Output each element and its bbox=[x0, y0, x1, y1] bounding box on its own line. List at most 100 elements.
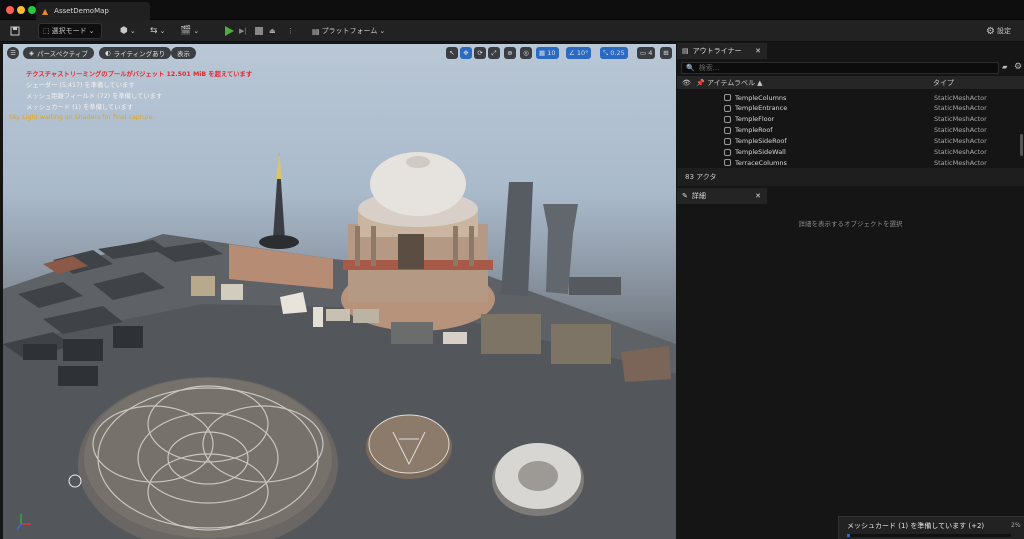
close-icon[interactable]: ✕ bbox=[755, 47, 761, 55]
platform-dropdown[interactable]: ▤ プラットフォーム ⌄ bbox=[308, 23, 389, 39]
progress-text: メッシュカード (1) を準備しています (+2) bbox=[847, 522, 985, 530]
step-button[interactable]: ▶| bbox=[235, 23, 251, 39]
progress-bar-fill bbox=[847, 534, 851, 537]
maximize-viewport-icon[interactable]: ⊞ bbox=[660, 47, 672, 59]
lighting-icon: ◐ bbox=[105, 49, 111, 57]
outliner-row-label: TempleSideWall bbox=[735, 148, 786, 156]
level-tab-label: AssetDemoMap bbox=[54, 7, 109, 15]
outliner-icon: ▤ bbox=[682, 47, 689, 55]
rotate-tool-icon[interactable]: ⟳ bbox=[474, 47, 486, 59]
outliner-row[interactable]: TempleSideWall StaticMeshActor bbox=[677, 147, 1017, 158]
viewport-message-distance-fields: メッシュ距離フィールド (72) を準備しています bbox=[26, 93, 163, 100]
surface-snap-icon[interactable]: ◎ bbox=[520, 47, 532, 59]
details-tab[interactable]: ✎ 詳細 ✕ bbox=[677, 188, 767, 204]
level-tab[interactable]: ▲ AssetDemoMap bbox=[36, 2, 150, 20]
save-icon[interactable] bbox=[6, 23, 24, 39]
chevron-down-icon: ⌄ bbox=[159, 27, 166, 35]
rotation-snap-value: 10° bbox=[576, 49, 589, 57]
static-mesh-icon bbox=[724, 148, 731, 156]
progress-notification: メッシュカード (1) を準備しています (+2) 2% bbox=[838, 516, 1024, 539]
visibility-icon[interactable]: 👁 bbox=[682, 79, 691, 87]
close-window-button[interactable] bbox=[6, 6, 14, 14]
lighting-button[interactable]: ◐ ライティングあり bbox=[99, 47, 172, 59]
outliner-row-label: TempleFloor bbox=[735, 115, 775, 124]
grid-icon: ▦ bbox=[539, 49, 546, 57]
stop-icon bbox=[255, 27, 263, 35]
outliner-scrollbar[interactable] bbox=[1020, 134, 1023, 156]
outliner-row[interactable]: TempleFloor StaticMeshActor bbox=[677, 114, 1017, 125]
maximize-window-button[interactable] bbox=[28, 6, 36, 14]
grid-snap-button[interactable]: ▦ 10 bbox=[536, 47, 559, 59]
title-bar: ▲ AssetDemoMap bbox=[0, 0, 1024, 20]
viewport-message-shaders: シェーダー (5,417) を準備しています bbox=[26, 82, 135, 89]
lighting-label: ライティングあり bbox=[113, 50, 166, 58]
world-space-icon[interactable]: ⊕ bbox=[504, 47, 516, 59]
outliner-row-type: StaticMeshActor bbox=[934, 126, 987, 135]
rotation-snap-button[interactable]: ∠ 10° bbox=[566, 47, 592, 59]
type-column[interactable]: タイプ bbox=[933, 78, 954, 88]
select-tool-icon[interactable]: ↖ bbox=[446, 47, 458, 59]
blueprint-icon: ⇆ bbox=[150, 26, 158, 36]
viewport-menu-button[interactable]: ☰ bbox=[7, 47, 19, 59]
progress-percent: 2% bbox=[1011, 522, 1021, 529]
cube-icon: ◈ bbox=[29, 49, 34, 57]
search-icon: 🔍 bbox=[686, 64, 695, 72]
chevron-down-icon: ⌄ bbox=[379, 27, 386, 35]
add-folder-icon[interactable]: ▰ bbox=[1002, 63, 1007, 71]
outliner-row-label: TempleSideRoof bbox=[735, 137, 787, 146]
main-toolbar: ⬚ 選択モード ⌄ ⬢ ⌄ ⇆ ⌄ 🎬 ⌄ ▶| ⏏ ⋮ ▤ プラットフォーム ⌄ ⚙… bbox=[0, 20, 1024, 42]
perspective-button[interactable]: ◈ パースペクティブ bbox=[23, 47, 94, 59]
gear-icon[interactable]: ⚙ bbox=[1014, 62, 1022, 72]
eject-button[interactable]: ⏏ bbox=[265, 23, 280, 39]
outliner-row-type: StaticMeshActor bbox=[934, 115, 987, 124]
gear-icon: ⚙ bbox=[986, 25, 995, 37]
pin-icon[interactable]: 📌 bbox=[696, 79, 705, 87]
show-label: 表示 bbox=[177, 50, 190, 58]
show-button[interactable]: 表示 bbox=[171, 47, 196, 59]
outliner-search-input[interactable]: 🔍 検索... bbox=[681, 62, 999, 74]
outliner-row[interactable]: TempleRoof StaticMeshActor bbox=[677, 125, 1017, 136]
camera-speed-button[interactable]: ▭ 4 bbox=[637, 47, 656, 59]
settings-button[interactable]: ⚙ 設定 bbox=[982, 23, 1015, 39]
platform-label: プラットフォーム bbox=[321, 27, 378, 35]
outliner-row-type: StaticMeshActor bbox=[934, 104, 987, 113]
angle-icon: ∠ bbox=[569, 49, 575, 57]
static-mesh-icon bbox=[724, 94, 731, 101]
details-icon: ✎ bbox=[682, 192, 688, 200]
outliner-tab[interactable]: ▤ アウトライナー ✕ bbox=[677, 43, 767, 59]
play-options-button[interactable]: ⋮ bbox=[283, 23, 298, 39]
item-label-column[interactable]: アイテムラベル ▲ bbox=[707, 78, 763, 88]
static-mesh-icon bbox=[724, 159, 731, 167]
static-mesh-icon bbox=[724, 126, 731, 134]
camera-icon: ▭ bbox=[640, 49, 647, 57]
level-viewport[interactable]: ☰ ◈ パースペクティブ ◐ ライティングあり 表示 ↖ ✥ ⟳ ⤢ ⊕ ◎ ▦ 1… bbox=[3, 44, 676, 539]
select-mode-dropdown[interactable]: ⬚ 選択モード ⌄ bbox=[38, 23, 102, 39]
outliner-row[interactable]: TempleSideRoof StaticMeshActor bbox=[677, 136, 1017, 147]
blueprint-button[interactable]: ⇆ ⌄ bbox=[146, 23, 169, 39]
outliner-row[interactable]: TempleColumns StaticMeshActor bbox=[677, 92, 1017, 103]
viewport-message-mesh-cards: メッシュカード (1) を準備しています bbox=[26, 104, 134, 111]
perspective-label: パースペクティブ bbox=[37, 50, 88, 58]
scale-snap-button[interactable]: ⤡ 0.25 bbox=[600, 47, 628, 59]
scale-tool-icon[interactable]: ⤢ bbox=[488, 47, 500, 59]
close-icon[interactable]: ✕ bbox=[755, 192, 761, 200]
select-mode-icon: ⬚ bbox=[43, 27, 50, 35]
scale-snap-icon: ⤡ bbox=[603, 48, 609, 57]
outliner-row[interactable]: TempleEntrance StaticMeshActor bbox=[677, 103, 1017, 114]
static-mesh-icon bbox=[724, 104, 731, 112]
settings-label: 設定 bbox=[996, 27, 1011, 35]
cinematics-button[interactable]: 🎬 ⌄ bbox=[176, 23, 203, 39]
chevron-down-icon: ⌄ bbox=[88, 27, 95, 35]
actor-count-label: 83 アクタ bbox=[685, 173, 717, 181]
static-mesh-icon bbox=[724, 137, 731, 145]
static-mesh-icon bbox=[724, 115, 731, 123]
outliner-row-label: TempleRoof bbox=[735, 126, 773, 135]
grid-snap-value: 10 bbox=[547, 49, 556, 57]
viewport-message-skylight: Sky Light waiting on Shaders for final c… bbox=[9, 114, 155, 121]
translate-tool-icon[interactable]: ✥ bbox=[460, 47, 472, 59]
add-content-button[interactable]: ⬢ ⌄ bbox=[116, 23, 140, 39]
outliner-row[interactable]: TerraceColumns StaticMeshActor bbox=[677, 157, 1017, 168]
select-mode-label: 選択モード bbox=[51, 27, 87, 35]
minimize-window-button[interactable] bbox=[17, 6, 25, 14]
outliner-tab-label: アウトライナー bbox=[692, 47, 742, 55]
